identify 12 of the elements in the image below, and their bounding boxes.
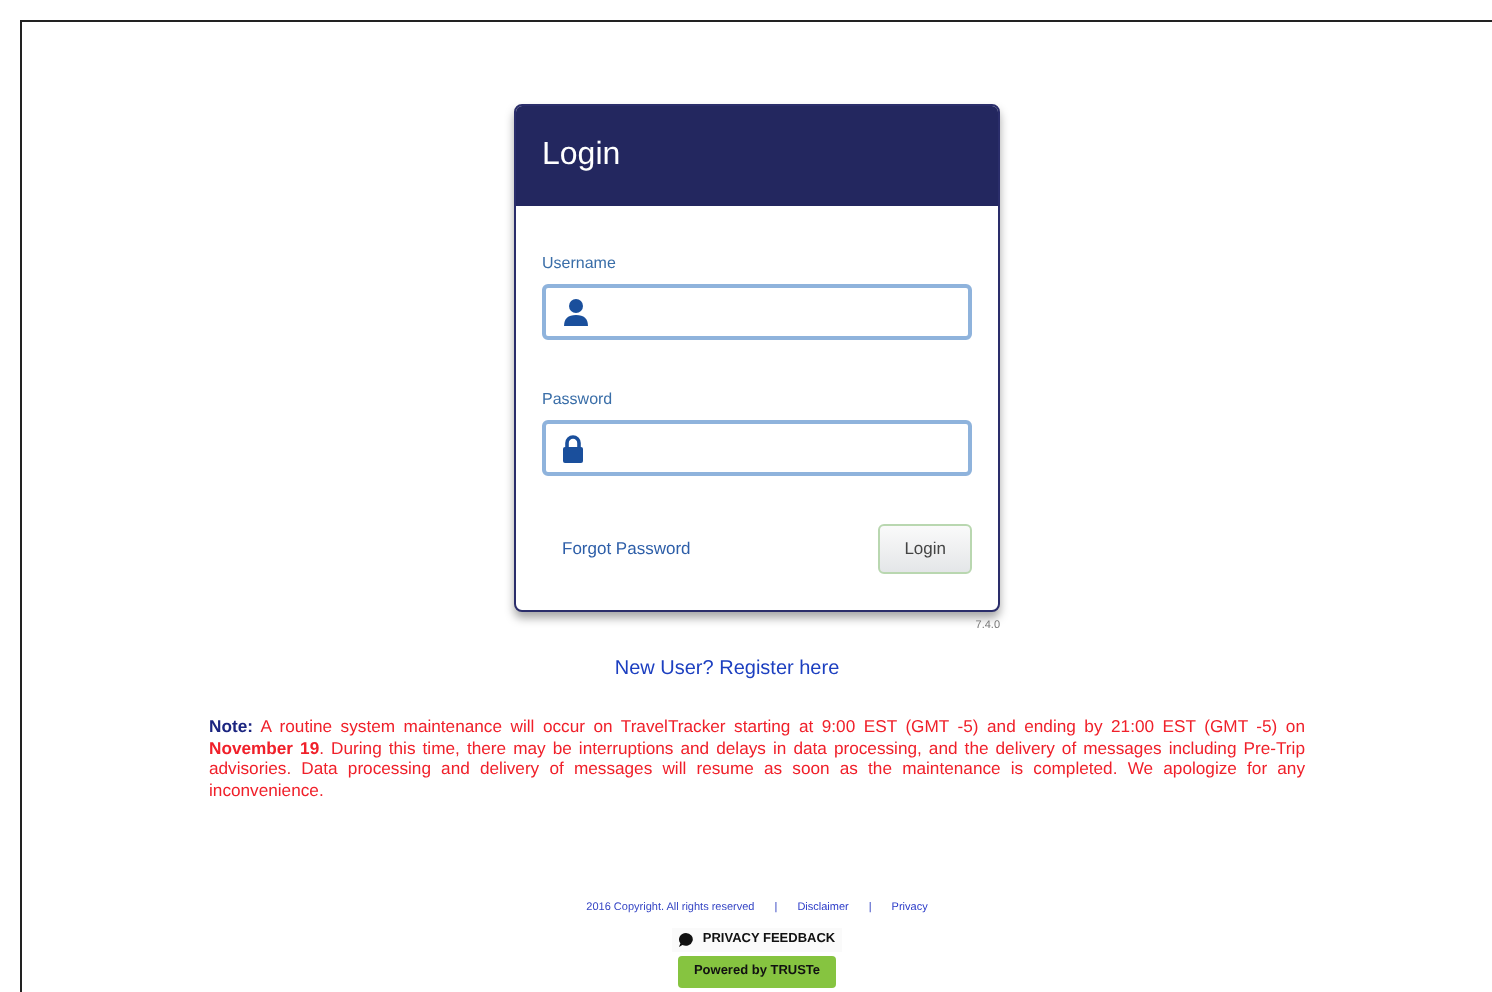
field-label: Username xyxy=(542,252,616,276)
login-button[interactable]: Login xyxy=(878,524,972,574)
lock-icon xyxy=(562,433,584,463)
user-icon xyxy=(562,298,590,326)
username-field[interactable] xyxy=(542,284,972,340)
speech-bubble-icon xyxy=(678,932,695,949)
card-title: Login xyxy=(542,136,621,176)
notice-text: Note: A routine system maintenance will occur on TravelTracker starting at 9:00 EST (GMT -5) and ending by 21:00 EST (GMT -5) on November 19. During this time, there may be interruptions and delays in data processing, and the delivery of messages including Pre-Trip advisories. Data processing and delivery of messages will resume as soon as the maintenance is completed. We apologize for any inconvenience. xyxy=(209,716,1305,800)
register-link[interactable]: New User? Register here xyxy=(614,654,840,684)
field-label: Password xyxy=(542,388,613,412)
password-field[interactable] xyxy=(542,420,972,476)
forgot-password-link[interactable]: Forgot Password xyxy=(562,536,691,562)
